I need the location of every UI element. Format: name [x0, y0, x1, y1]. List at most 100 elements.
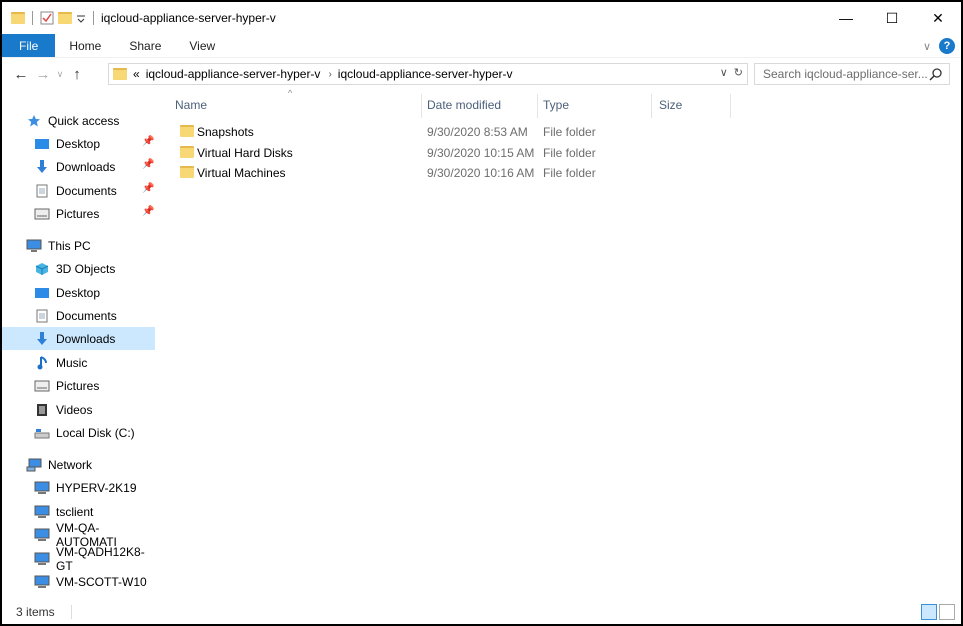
- nav-label: tsclient: [56, 504, 94, 519]
- nav-pc-videos[interactable]: Videos: [2, 398, 155, 421]
- network-computer-icon: [34, 480, 50, 496]
- documents-icon: [34, 183, 50, 199]
- search-box[interactable]: Search iqcloud-appliance-ser...: [754, 63, 950, 85]
- nav-pc-desktop[interactable]: Desktop: [2, 281, 155, 304]
- network-computer-icon: [34, 551, 50, 567]
- breadcrumb-overflow[interactable]: «: [133, 67, 140, 81]
- column-divider[interactable]: [421, 94, 422, 118]
- pin-icon[interactable]: 📌: [142, 183, 154, 194]
- nav-label: Music: [56, 355, 88, 370]
- nav-pc-music[interactable]: Music: [2, 351, 155, 374]
- nav-quick-downloads[interactable]: Downloads 📌: [2, 155, 155, 178]
- download-icon: [34, 331, 50, 347]
- nav-pc-local-disk[interactable]: Local Disk (C:): [2, 421, 155, 444]
- nav-label: HYPERV-2K19: [56, 480, 137, 495]
- column-size-header[interactable]: Size: [659, 98, 682, 112]
- new-folder-icon[interactable]: [58, 12, 72, 24]
- nav-pc-pictures[interactable]: Pictures: [2, 374, 155, 397]
- tab-share[interactable]: Share: [115, 34, 175, 57]
- column-type-header[interactable]: Type: [543, 98, 569, 112]
- forward-button[interactable]: →: [32, 66, 54, 83]
- breadcrumb-item[interactable]: iqcloud-appliance-server-hyper-v: [146, 67, 321, 81]
- search-icon[interactable]: [929, 67, 943, 81]
- star-icon: [26, 113, 42, 129]
- nav-label: Desktop: [56, 136, 101, 151]
- column-divider[interactable]: [651, 94, 652, 118]
- pin-icon[interactable]: 📌: [142, 206, 154, 217]
- address-bar[interactable]: « iqcloud-appliance-server-hyper-v › iqc…: [108, 63, 748, 85]
- toolbar-divider: [32, 11, 33, 25]
- tab-file[interactable]: File: [2, 34, 56, 57]
- file-type: File folder: [543, 166, 596, 180]
- properties-icon[interactable]: [40, 11, 54, 25]
- nav-net-vm-scott-w10[interactable]: VM-SCOTT-W10: [2, 570, 155, 593]
- column-name-header[interactable]: Name: [175, 98, 207, 112]
- nav-quick-pictures[interactable]: Pictures 📌: [2, 202, 155, 225]
- nav-quick-access[interactable]: Quick access: [2, 109, 155, 132]
- help-icon[interactable]: ?: [939, 38, 955, 54]
- ribbon-right-controls: ∨ ?: [923, 38, 955, 54]
- nav-this-pc[interactable]: This PC: [2, 234, 155, 257]
- nav-label: VM-SCOTT-W10: [56, 574, 147, 589]
- nav-pc-3d-objects[interactable]: 3D Objects: [2, 257, 155, 280]
- recent-locations-button[interactable]: ∨: [54, 69, 66, 80]
- folder-icon: [180, 125, 194, 140]
- customize-toolbar-icon[interactable]: [76, 13, 86, 23]
- documents-icon: [34, 308, 50, 324]
- nav-quick-desktop[interactable]: Desktop 📌: [2, 132, 155, 155]
- pin-icon[interactable]: 📌: [142, 159, 154, 170]
- nav-net-vm-qa-automati[interactable]: VM-QA-AUTOMATI: [2, 521, 155, 549]
- search-input[interactable]: Search iqcloud-appliance-ser...: [763, 67, 928, 81]
- nav-label: Documents: [56, 183, 117, 198]
- folder-icon: [11, 12, 25, 24]
- minimize-button[interactable]: —: [823, 2, 869, 34]
- nav-quick-documents[interactable]: Documents 📌: [2, 179, 155, 202]
- tab-home[interactable]: Home: [55, 34, 115, 57]
- large-icons-view-icon[interactable]: [939, 604, 955, 620]
- window-controls: — ☐ ✕: [823, 2, 961, 34]
- refresh-icon[interactable]: ↻: [734, 66, 743, 79]
- 3d-objects-icon: [34, 261, 50, 277]
- back-button[interactable]: ←: [10, 66, 32, 83]
- nav-label: This PC: [48, 238, 91, 253]
- window-title: iqcloud-appliance-server-hyper-v: [101, 11, 276, 25]
- folder-icon: [113, 68, 127, 80]
- pin-icon[interactable]: 📌: [142, 136, 154, 147]
- tab-view[interactable]: View: [175, 34, 229, 57]
- nav-label: VM-QADH12K8-GT: [56, 544, 145, 573]
- breadcrumb-separator-icon[interactable]: ›: [328, 69, 331, 80]
- navigation-pane: Quick access Desktop 📌 Downloads 📌 Docum…: [2, 95, 155, 600]
- address-dropdown-icon[interactable]: ∨: [720, 66, 728, 79]
- maximize-button[interactable]: ☐: [869, 2, 915, 34]
- file-name: Virtual Machines: [197, 166, 286, 180]
- file-type: File folder: [543, 125, 596, 139]
- column-date-header[interactable]: Date modified: [427, 98, 501, 112]
- folder-icon: [180, 166, 194, 181]
- desktop-icon: [34, 285, 50, 301]
- nav-net-vm-qadh12k8-gt[interactable]: VM-QADH12K8-GT: [2, 544, 155, 573]
- column-divider[interactable]: [537, 94, 538, 118]
- nav-label: Pictures: [56, 206, 100, 221]
- computer-icon: [26, 238, 42, 254]
- nav-pc-downloads[interactable]: Downloads: [2, 327, 155, 350]
- nav-net-hyperv-2k19[interactable]: HYPERV-2K19: [2, 476, 155, 499]
- nav-network[interactable]: Network: [2, 453, 155, 476]
- file-row[interactable]: Virtual Machines 9/30/2020 10:16 AM File…: [170, 163, 730, 183]
- breadcrumb-item[interactable]: iqcloud-appliance-server-hyper-v: [338, 67, 513, 81]
- column-divider[interactable]: [730, 94, 731, 118]
- nav-label: Documents: [56, 308, 117, 323]
- details-view-icon[interactable]: [921, 604, 937, 620]
- nav-label: Downloads: [56, 331, 116, 346]
- network-icon: [26, 457, 42, 473]
- nav-pc-documents[interactable]: Documents: [2, 304, 155, 327]
- nav-label: Network: [48, 457, 93, 472]
- close-button[interactable]: ✕: [915, 2, 961, 34]
- up-button[interactable]: ↑: [66, 66, 88, 83]
- nav-label: Videos: [56, 402, 93, 417]
- file-row[interactable]: Virtual Hard Disks 9/30/2020 10:15 AM Fi…: [170, 143, 730, 163]
- file-name: Snapshots: [197, 125, 254, 139]
- file-date: 9/30/2020 10:15 AM: [427, 146, 535, 160]
- file-row[interactable]: Snapshots 9/30/2020 8:53 AM File folder: [170, 122, 730, 142]
- expand-ribbon-icon[interactable]: ∨: [923, 40, 931, 53]
- nav-label: Downloads: [56, 159, 116, 174]
